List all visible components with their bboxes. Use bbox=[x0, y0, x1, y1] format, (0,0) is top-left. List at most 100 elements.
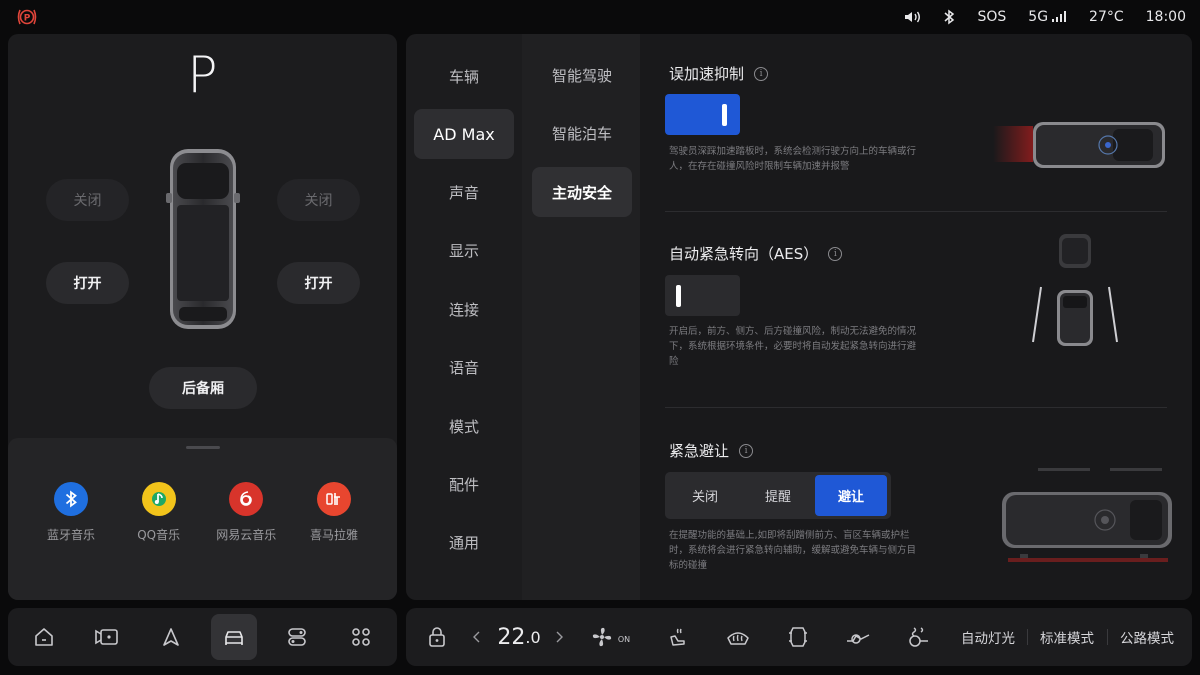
section-divider bbox=[665, 211, 1167, 212]
temperature-setpoint: 22.0 bbox=[494, 608, 544, 666]
temp-integer: 22 bbox=[497, 624, 526, 650]
option-remind[interactable]: 提醒 bbox=[742, 475, 814, 516]
nav-active-safety[interactable]: 主动安全 bbox=[532, 167, 632, 217]
settings-secondary-nav: 智能驾驶 智能泊车 主动安全 bbox=[522, 34, 640, 600]
netease-music-icon bbox=[229, 482, 264, 516]
toggle-knob bbox=[676, 285, 681, 307]
nav-display[interactable]: 显示 bbox=[414, 225, 514, 275]
section-title-text: 误加速抑制 bbox=[669, 65, 745, 83]
nav-voice[interactable]: 语音 bbox=[414, 342, 514, 392]
climate-bar: 22.0 ON 自动灯光 标准模式 公路模式 bbox=[406, 608, 1192, 666]
home-button[interactable] bbox=[21, 614, 67, 660]
settings-panel: 车辆 AD Max 声音 显示 连接 语音 模式 配件 通用 智能驾驶 智能泊车… bbox=[406, 34, 1192, 600]
air-recirculation-button[interactable] bbox=[783, 608, 813, 666]
cabin-air-icon bbox=[789, 627, 807, 647]
apps-button[interactable] bbox=[338, 614, 384, 660]
nav-mode[interactable]: 模式 bbox=[414, 401, 514, 451]
network-indicator: 5G bbox=[1028, 9, 1067, 25]
auto-lights-button[interactable]: 自动灯光 bbox=[958, 608, 1018, 666]
nav-vehicle[interactable]: 车辆 bbox=[414, 51, 514, 101]
rear-right-door-button[interactable]: 打开 bbox=[277, 262, 360, 304]
accel-suppression-illustration bbox=[993, 122, 1165, 168]
dashcam-icon bbox=[95, 629, 118, 645]
grid-icon bbox=[352, 628, 370, 646]
settings-primary-nav: 车辆 AD Max 声音 显示 连接 语音 模式 配件 通用 bbox=[406, 34, 522, 600]
home-icon bbox=[35, 628, 53, 646]
nav-smart-driving[interactable]: 智能驾驶 bbox=[532, 50, 632, 100]
mirror-adjust-button[interactable] bbox=[843, 608, 873, 666]
standard-mode-button[interactable]: 标准模式 bbox=[1036, 608, 1098, 666]
mirror-icon bbox=[847, 634, 870, 644]
info-icon[interactable]: i bbox=[828, 246, 843, 261]
sos-button[interactable]: SOS bbox=[977, 9, 1006, 25]
svg-text:P: P bbox=[24, 14, 31, 24]
trunk-button[interactable]: 后备厢 bbox=[149, 367, 257, 409]
separator bbox=[1107, 629, 1108, 645]
fan-icon bbox=[592, 627, 611, 647]
seat-heat-button[interactable] bbox=[662, 608, 692, 666]
aes-desc: 开启后，前方、侧方、后方碰撞风险，制动无法避免的情况下，系统根据环境条件，必要时… bbox=[669, 326, 917, 367]
nav-general[interactable]: 通用 bbox=[414, 517, 514, 567]
volume-icon[interactable] bbox=[904, 10, 921, 24]
nav-ad-max[interactable]: AD Max bbox=[414, 109, 514, 159]
app-netease-music[interactable]: 网易云音乐 bbox=[205, 482, 287, 543]
media-app-list: 蓝牙音乐 QQ音乐 网易云音乐 喜马拉雅 bbox=[30, 482, 375, 543]
front-defrost-button[interactable] bbox=[723, 608, 753, 666]
separator bbox=[1027, 629, 1028, 645]
temp-up-button[interactable] bbox=[552, 608, 566, 666]
parking-brake-icon: P bbox=[16, 7, 38, 27]
bluetooth-music-icon bbox=[54, 482, 88, 516]
car-icon bbox=[225, 631, 243, 645]
nav-sound[interactable]: 声音 bbox=[414, 167, 514, 217]
front-left-door-button[interactable]: 关闭 bbox=[46, 179, 129, 221]
temp-decimal: .0 bbox=[525, 627, 541, 647]
car-top-view-icon bbox=[166, 149, 240, 329]
lock-button[interactable] bbox=[424, 608, 450, 666]
section-title-accel-suppression: 误加速抑制 i bbox=[669, 63, 769, 84]
emergency-avoid-illustration bbox=[1002, 468, 1172, 562]
chevron-right-icon bbox=[556, 631, 563, 643]
switches-icon bbox=[288, 628, 306, 646]
vehicle-button[interactable] bbox=[211, 614, 257, 660]
nav-accessories[interactable]: 配件 bbox=[414, 459, 514, 509]
navigation-button[interactable] bbox=[148, 614, 194, 660]
gear-indicator: P bbox=[187, 46, 218, 104]
bluetooth-icon[interactable] bbox=[943, 9, 955, 25]
nav-smart-parking[interactable]: 智能泊车 bbox=[532, 108, 632, 158]
navigation-icon bbox=[163, 628, 179, 646]
app-ximalaya[interactable]: 喜马拉雅 bbox=[293, 482, 375, 543]
vehicle-panel: P 关闭 关闭 打开 打开 后备厢 蓝牙音乐 QQ音乐 网易云音乐 喜马拉雅 bbox=[8, 34, 397, 600]
section-title-emergency-avoid: 紧急避让 i bbox=[669, 440, 754, 461]
app-label: QQ音乐 bbox=[137, 528, 181, 542]
nav-connection[interactable]: 连接 bbox=[414, 284, 514, 334]
info-icon[interactable]: i bbox=[754, 66, 769, 81]
app-qq-music[interactable]: QQ音乐 bbox=[118, 482, 200, 543]
status-bar: P SOS 5G 27°C 18:00 bbox=[0, 0, 1200, 34]
section-divider bbox=[665, 407, 1167, 408]
aes-toggle[interactable] bbox=[665, 275, 740, 316]
app-label: 蓝牙音乐 bbox=[46, 528, 95, 542]
rear-left-door-button[interactable]: 打开 bbox=[46, 262, 129, 304]
accel-suppression-toggle[interactable] bbox=[665, 94, 740, 135]
app-bluetooth-music[interactable]: 蓝牙音乐 bbox=[30, 482, 112, 543]
clock: 18:00 bbox=[1145, 9, 1186, 25]
network-label: 5G bbox=[1028, 9, 1049, 25]
road-mode-button[interactable]: 公路模式 bbox=[1116, 608, 1178, 666]
qq-music-icon bbox=[141, 482, 176, 516]
option-avoid[interactable]: 避让 bbox=[815, 475, 887, 516]
info-icon[interactable]: i bbox=[739, 443, 754, 458]
temp-down-button[interactable] bbox=[470, 608, 484, 666]
section-title-text: 自动紧急转向（AES） bbox=[669, 245, 819, 263]
steering-heat-button[interactable] bbox=[904, 608, 934, 666]
fan-button[interactable]: ON bbox=[586, 608, 634, 666]
app-label: 网易云音乐 bbox=[216, 528, 277, 542]
front-right-door-button[interactable]: 关闭 bbox=[277, 179, 360, 221]
controls-button[interactable] bbox=[274, 614, 320, 660]
camera-button[interactable] bbox=[84, 614, 130, 660]
chevron-left-icon bbox=[473, 631, 480, 643]
ximalaya-icon bbox=[316, 482, 351, 516]
drag-handle[interactable] bbox=[186, 446, 220, 449]
aes-illustration bbox=[1032, 234, 1118, 346]
signal-icon bbox=[1052, 11, 1067, 22]
option-off[interactable]: 关闭 bbox=[669, 475, 741, 516]
